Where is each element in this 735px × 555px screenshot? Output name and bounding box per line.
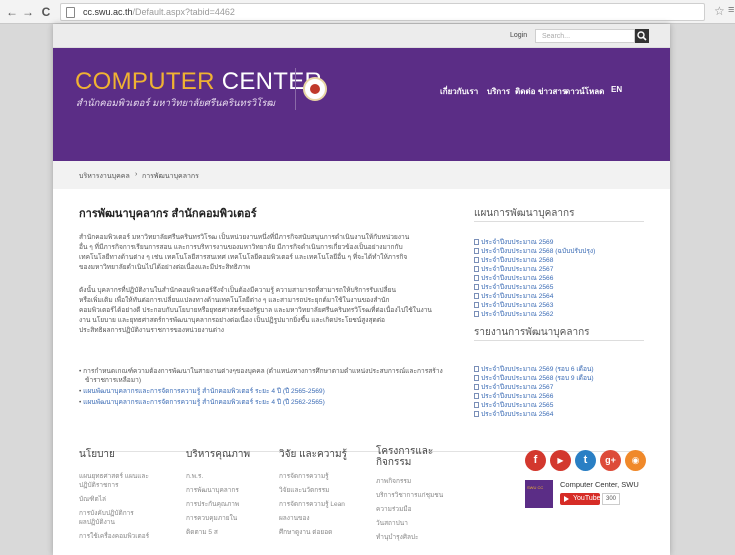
facebook-icon[interactable]: f — [525, 450, 546, 471]
footer-link[interactable]: การจัดการความรู้ Lean — [279, 499, 345, 509]
footer-link[interactable]: บริการวิชาการแก่ชุมชน — [376, 490, 443, 500]
intro-line: ของมหาวิทยาลัยดำเนินไปได้อย่างต่อเนื่องแ… — [79, 264, 251, 271]
login-link[interactable]: Login — [510, 32, 527, 39]
forward-button[interactable]: → — [20, 4, 36, 20]
document-icon — [474, 311, 479, 317]
nav-services[interactable]: บริการ — [487, 85, 510, 98]
web-page: Login Search... COMPUTER CENTER สำนักคอม… — [53, 24, 670, 555]
report-item[interactable]: ประจำปีงบประมาณ 2564 — [474, 408, 553, 419]
browser-toolbar: ← → C cc.swu.ac.th/Default.aspx?tabid=44… — [0, 0, 735, 24]
site-logo-subtitle: สำนักคอมพิวเตอร์ มหาวิทยาลัยศรีนครินทรวิ… — [76, 98, 275, 109]
footer-link[interactable]: ติดตาม 5 ส — [186, 527, 218, 537]
rss-icon[interactable]: ◉ — [625, 450, 646, 471]
logo-word-computer: COMPUTER — [75, 68, 215, 95]
url-host: cc.swu.ac.th — [83, 7, 133, 17]
subscriber-count: 300 — [602, 493, 620, 505]
bullet-link-item: • แผนพัฒนาบุคลากรและการจัดการความรู้ สำน… — [79, 399, 325, 406]
plan-item[interactable]: ประจำปีงบประมาณ 2562 — [474, 308, 553, 319]
footer-link[interactable]: ภาพกิจกรรม — [376, 476, 411, 486]
logo-separator — [295, 68, 296, 110]
bookmark-star-icon[interactable]: ☆ — [714, 4, 725, 18]
browser-menu-icon[interactable]: ≡ — [728, 4, 734, 16]
url-path: /Default.aspx?tabid=4462 — [132, 7, 235, 17]
youtube-label: YouTube — [573, 495, 601, 502]
bullet-link-item: • แผนพัฒนาบุคลากรและการจัดการความรู้ สำน… — [79, 388, 325, 395]
nav-download[interactable]: ดาวน์โหลด — [565, 85, 604, 98]
footer-heading-projects: โครงการและกิจกรรม — [376, 446, 434, 468]
footer-heading-policy: นโยบาย — [79, 449, 115, 460]
page-icon — [66, 7, 75, 18]
nav-english[interactable]: EN — [611, 85, 622, 94]
report-section-title: รายงานการพัฒนาบุคลากร — [474, 327, 590, 338]
footer-heading-research: วิจัย และความรู้ — [279, 449, 347, 460]
utility-bar: Login Search... — [53, 24, 670, 48]
channel-avatar[interactable]: SWU CC — [525, 480, 553, 508]
footer-link[interactable]: ปฏิบัติราชการ — [79, 480, 118, 490]
search-button[interactable] — [635, 29, 649, 43]
breadcrumb-separator: › — [135, 171, 138, 178]
footer-link[interactable]: การพัฒนาบุคลากร — [186, 485, 239, 495]
nav-news[interactable]: ข่าวสาร — [538, 85, 566, 98]
reload-button[interactable]: C — [38, 4, 54, 20]
url-text: cc.swu.ac.th/Default.aspx?tabid=4462 — [83, 7, 235, 17]
footer-link[interactable]: การจัดการความรู้ — [279, 471, 329, 481]
site-logo-title[interactable]: COMPUTER CENTER — [75, 68, 322, 96]
youtube-icon[interactable]: ▶ — [550, 450, 571, 471]
nav-about[interactable]: เกี่ยวกับเรา — [440, 85, 478, 98]
bullet-continuation: ข้าราชการเหลือมา) — [85, 377, 142, 384]
google-plus-icon[interactable]: g+ — [600, 450, 621, 471]
channel-avatar-logo: SWU CC — [527, 485, 544, 490]
footer-link[interactable]: ผลปฏิบัติงาน — [79, 517, 115, 527]
back-button[interactable]: ← — [4, 4, 20, 20]
footer-heading-quality: บริหารคุณภาพ — [186, 449, 251, 460]
body-line: ประสิทธิผลการปฏิบัติงานราชการของหน่วยงาน… — [79, 327, 225, 334]
footer-link[interactable]: การใช้เครื่องคอมพิวเตอร์ — [79, 531, 149, 541]
plan-link-2565[interactable]: แผนพัฒนาบุคลากรและการจัดการความรู้ สำนัก… — [83, 388, 281, 395]
search-icon — [637, 31, 647, 41]
footer-link[interactable]: ผลงานของ — [279, 513, 310, 523]
footer-link[interactable]: ทำนุบำรุงศิลปะ — [376, 532, 419, 542]
site-search-input[interactable]: Search... — [535, 29, 635, 43]
footer-link[interactable]: ก.พ.ร. — [186, 471, 203, 481]
plan-link-2562[interactable]: แผนพัฒนาบุคลากรและการจัดการความรู้ สำนัก… — [83, 399, 281, 406]
plan-section-title: แผนการพัฒนาบุคลากร — [474, 208, 575, 219]
plan-link-2562-years[interactable]: (ปี 2562-2565) — [281, 399, 325, 406]
breadcrumb-parent[interactable]: บริหารงานบุคคล — [79, 171, 130, 182]
page-title: การพัฒนาบุคลากร สำนักคอมพิวเตอร์ — [79, 208, 257, 220]
footer-link[interactable]: วิจัยและนวัตกรรม — [279, 485, 329, 495]
plan-item-label: ประจำปีงบประมาณ 2562 — [481, 311, 554, 318]
youtube-subscribe-button[interactable]: YouTube — [560, 493, 601, 505]
report-item-label: ประจำปีงบประมาณ 2564 — [481, 411, 554, 418]
address-bar[interactable]: cc.swu.ac.th/Default.aspx?tabid=4462 — [60, 3, 705, 21]
footer-link[interactable]: บัณฑิตไล่ — [79, 494, 106, 504]
play-icon — [564, 496, 569, 502]
report-title-rule — [474, 340, 644, 341]
footer-link[interactable]: ศึกษาดูงาน ต่อยอด — [279, 527, 332, 537]
plan-link-2565-years[interactable]: (ปี 2565-2569) — [281, 388, 325, 395]
document-icon — [474, 411, 479, 417]
channel-name[interactable]: Computer Center, SWU — [560, 480, 639, 489]
plan-title-rule — [474, 221, 644, 222]
footer-link[interactable]: การประกันคุณภาพ — [186, 499, 239, 509]
footer-link[interactable]: การควบคุมภายใน — [186, 513, 237, 523]
university-seal-icon — [303, 77, 327, 101]
twitter-icon[interactable]: t — [575, 450, 596, 471]
footer-link[interactable]: วันสถาปนา — [376, 518, 408, 528]
breadcrumb-current: การพัฒนาบุคลากร — [142, 173, 199, 180]
nav-contact[interactable]: ติดต่อ — [515, 85, 535, 98]
footer-link[interactable]: ความร่วมมือ — [376, 504, 412, 514]
